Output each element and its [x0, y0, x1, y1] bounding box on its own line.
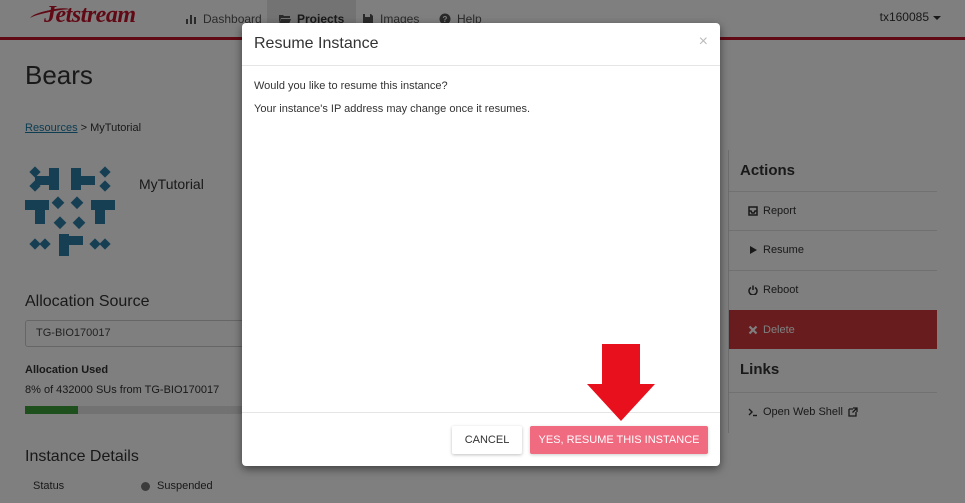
modal-question: Would you like to resume this instance?	[254, 80, 448, 92]
cancel-button[interactable]: CANCEL	[452, 426, 522, 454]
modal-title: Resume Instance	[254, 35, 379, 52]
modal-header: Resume Instance ×	[242, 23, 720, 66]
confirm-resume-button[interactable]: YES, RESUME THIS INSTANCE	[530, 426, 708, 454]
modal-warning: Your instance's IP address may change on…	[254, 103, 531, 115]
close-icon[interactable]: ×	[699, 33, 708, 51]
red-down-arrow-annotation	[587, 344, 655, 421]
